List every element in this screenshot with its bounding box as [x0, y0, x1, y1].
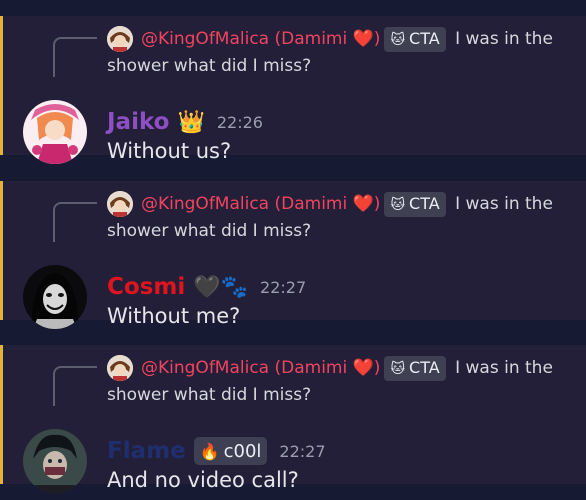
message-header: Flame 🔥 c00l 22:27: [107, 435, 326, 467]
black-heart-paw-icon: 🖤🐾: [193, 274, 249, 300]
avatar[interactable]: [23, 429, 87, 493]
message-item[interactable]: @KingOfMalica (Damimi ❤️) 🐱 CTA I was in t…: [0, 181, 586, 329]
reply-preview[interactable]: @KingOfMalica (Damimi ❤️) 🐱 CTA I was in t…: [107, 355, 577, 409]
reply-username-close: ): [373, 194, 381, 214]
reply-connector: [53, 202, 97, 242]
server-tag[interactable]: 🐱 CTA: [384, 27, 446, 52]
heart-icon: ❤️: [352, 194, 374, 214]
author-name[interactable]: Jaiko: [107, 109, 169, 135]
cat-icon: 🐱: [390, 361, 406, 377]
reply-username-close: ): [373, 29, 381, 49]
server-tag-label: CTA: [409, 358, 440, 377]
server-tag-label: CTA: [409, 194, 440, 213]
timestamp[interactable]: 22:27: [279, 442, 325, 461]
message-item[interactable]: @KingOfMalica (Damimi ❤️) 🐱 CTA I was in t…: [0, 16, 586, 164]
cat-icon: 🐱: [390, 32, 406, 48]
message-content: Without us?: [107, 139, 232, 163]
timestamp[interactable]: 22:27: [260, 278, 306, 297]
message-item[interactable]: @KingOfMalica (Damimi ❤️) 🐱 CTA I was in t…: [0, 345, 586, 493]
reply-username[interactable]: @KingOfMalica (Damimi: [141, 358, 347, 378]
reply-username-close: ): [373, 358, 381, 378]
heart-icon: ❤️: [352, 358, 374, 378]
server-tag[interactable]: 🐱 CTA: [384, 356, 446, 381]
avatar[interactable]: [23, 100, 87, 164]
reply-preview[interactable]: @KingOfMalica (Damimi ❤️) 🐱 CTA I was in t…: [107, 191, 577, 245]
user-tag-label: c00l: [223, 440, 262, 462]
message-header: Jaiko 👑 22:26: [107, 106, 263, 138]
crown-icon: 👑: [177, 109, 205, 135]
fire-icon: 🔥: [199, 441, 220, 461]
cat-icon: 🐱: [390, 197, 406, 213]
author-name[interactable]: Flame: [107, 438, 186, 464]
reply-username[interactable]: @KingOfMalica (Damimi: [141, 194, 347, 214]
message-header: Cosmi 🖤🐾 22:27: [107, 271, 306, 303]
reply-connector: [53, 366, 97, 406]
reply-username[interactable]: @KingOfMalica (Damimi: [141, 29, 347, 49]
message-content: And no video call?: [107, 468, 299, 492]
reply-preview[interactable]: @KingOfMalica (Damimi ❤️) 🐱 CTA I was in t…: [107, 26, 577, 80]
author-name[interactable]: Cosmi: [107, 274, 185, 300]
reply-connector: [53, 37, 97, 77]
server-tag[interactable]: 🐱 CTA: [384, 192, 446, 217]
user-tag[interactable]: 🔥 c00l: [193, 437, 268, 465]
server-tag-label: CTA: [409, 29, 440, 48]
timestamp[interactable]: 22:26: [217, 113, 263, 132]
avatar[interactable]: [23, 265, 87, 329]
message-content: Without me?: [107, 304, 241, 328]
heart-icon: ❤️: [352, 29, 374, 49]
